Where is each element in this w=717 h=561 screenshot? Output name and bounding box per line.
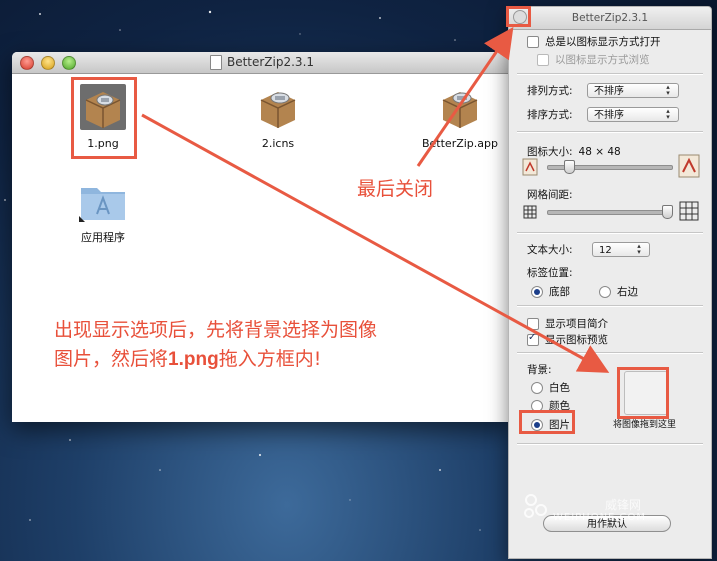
grid-spacing-slider[interactable] xyxy=(547,205,673,219)
instruction-part-c: 拖入方框内! xyxy=(218,348,322,370)
divider xyxy=(517,352,703,354)
arrange-by-label: 排列方式: xyxy=(527,85,573,97)
label-right-option[interactable]: 右边 xyxy=(599,284,638,299)
show-icon-preview-checkbox[interactable] xyxy=(527,332,539,346)
watermark-text-en: WEIPHONE.COM xyxy=(553,512,647,523)
sort-by-label: 排序方式: xyxy=(527,109,573,121)
view-options-panel: BetterZip2.3.1 总是以图标显示方式打开 以图标显示方式浏览 排列方… xyxy=(508,6,712,559)
label-right-text: 右边 xyxy=(617,286,638,298)
instruction-line-2: 图片，然后将1.png拖入方框内! xyxy=(54,344,321,371)
small-grid-icon xyxy=(523,205,537,219)
large-grid-icon xyxy=(679,201,699,221)
grid-spacing-row: 网格间距: xyxy=(527,187,573,202)
browse-icon-view-label: 以图标显示方式浏览 xyxy=(555,54,650,66)
file-item-applications[interactable]: 应用程序 xyxy=(48,182,158,245)
bg-white-radio[interactable] xyxy=(531,381,543,394)
highlight-panel-close xyxy=(506,6,531,27)
background-row: 背景: xyxy=(527,362,552,377)
applications-folder-icon xyxy=(79,188,125,222)
divider xyxy=(517,305,703,307)
show-item-info-checkbox[interactable] xyxy=(527,317,539,330)
divider xyxy=(517,232,703,234)
file-name: 应用程序 xyxy=(81,231,125,244)
always-open-icon-view-row[interactable]: 总是以图标显示方式打开 xyxy=(527,34,661,49)
large-icon-size-icon xyxy=(678,154,700,178)
label-bottom-text: 底部 xyxy=(549,286,570,298)
divider xyxy=(517,131,703,133)
finder-title: BetterZip2.3.1 xyxy=(226,55,315,69)
highlight-1png xyxy=(71,77,137,159)
text-size-row: 文本大小: 12 xyxy=(527,242,650,257)
minimize-window-button[interactable] xyxy=(41,56,55,70)
file-name: BetterZip.app xyxy=(421,137,498,150)
instruction-filename: 1.png xyxy=(168,349,219,370)
show-item-info-label: 显示项目简介 xyxy=(545,318,608,330)
grid-spacing-slider-knob[interactable] xyxy=(662,205,673,219)
small-icon-size-icon xyxy=(522,158,538,176)
close-window-button[interactable] xyxy=(20,56,34,70)
show-icon-preview-row[interactable]: 显示图标预览 xyxy=(527,332,608,347)
grid-spacing-label: 网格间距: xyxy=(527,189,573,201)
background-label: 背景: xyxy=(527,364,552,376)
arrange-by-row: 排列方式: 不排序 xyxy=(527,83,679,98)
label-right-radio[interactable] xyxy=(599,285,611,298)
close-note: 最后关闭 xyxy=(357,178,434,200)
icon-size-slider-knob[interactable] xyxy=(564,160,575,174)
instruction-line-1: 出现显示选项后，先将背景选择为图像 xyxy=(54,319,378,341)
label-position-row: 标签位置: xyxy=(527,265,573,280)
package-icon xyxy=(442,92,478,128)
always-open-checkbox[interactable] xyxy=(527,35,539,48)
browse-icon-view-checkbox xyxy=(537,53,549,66)
label-position-label: 标签位置: xyxy=(527,267,573,279)
file-name: 2.icns xyxy=(261,137,295,150)
text-size-label: 文本大小: xyxy=(527,244,573,256)
show-icon-preview-label: 显示图标预览 xyxy=(545,334,608,346)
arrange-by-select[interactable]: 不排序 xyxy=(587,83,679,98)
always-open-label: 总是以图标显示方式打开 xyxy=(545,36,661,48)
text-size-select[interactable]: 12 xyxy=(592,242,650,257)
show-item-info-row[interactable]: 显示项目简介 xyxy=(527,316,608,331)
divider xyxy=(517,443,703,445)
divider xyxy=(517,73,703,75)
bg-white-option[interactable]: 白色 xyxy=(531,380,570,395)
label-bottom-option[interactable]: 底部 xyxy=(531,284,570,299)
zoom-window-button[interactable] xyxy=(62,56,76,70)
file-item-2icns[interactable]: 2.icns xyxy=(223,84,333,150)
bg-white-text: 白色 xyxy=(549,382,570,394)
panel-title: BetterZip2.3.1 xyxy=(571,12,649,24)
sort-by-row: 排序方式: 不排序 xyxy=(527,107,679,122)
highlight-picture-option xyxy=(519,410,575,434)
sort-by-select[interactable]: 不排序 xyxy=(587,107,679,122)
icon-size-value: 48 × 48 xyxy=(578,145,621,158)
panel-titlebar[interactable]: BetterZip2.3.1 xyxy=(509,7,711,30)
label-bottom-radio[interactable] xyxy=(531,285,543,298)
browse-icon-view-row: 以图标显示方式浏览 xyxy=(537,52,650,67)
icon-size-row: 图标大小: 48 × 48 xyxy=(527,144,621,159)
icon-size-slider[interactable] xyxy=(547,160,673,174)
package-icon xyxy=(260,92,296,128)
finder-titlebar[interactable]: BetterZip2.3.1 xyxy=(12,52,512,74)
watermark-logo-icon xyxy=(524,494,547,518)
file-item-betterzip-app[interactable]: BetterZip.app xyxy=(405,84,512,150)
watermark-text-cn: 威锋网 xyxy=(605,498,642,512)
document-icon xyxy=(209,55,222,70)
instruction-part-a: 图片，然后将 xyxy=(54,348,169,370)
highlight-drop-well xyxy=(617,367,669,419)
